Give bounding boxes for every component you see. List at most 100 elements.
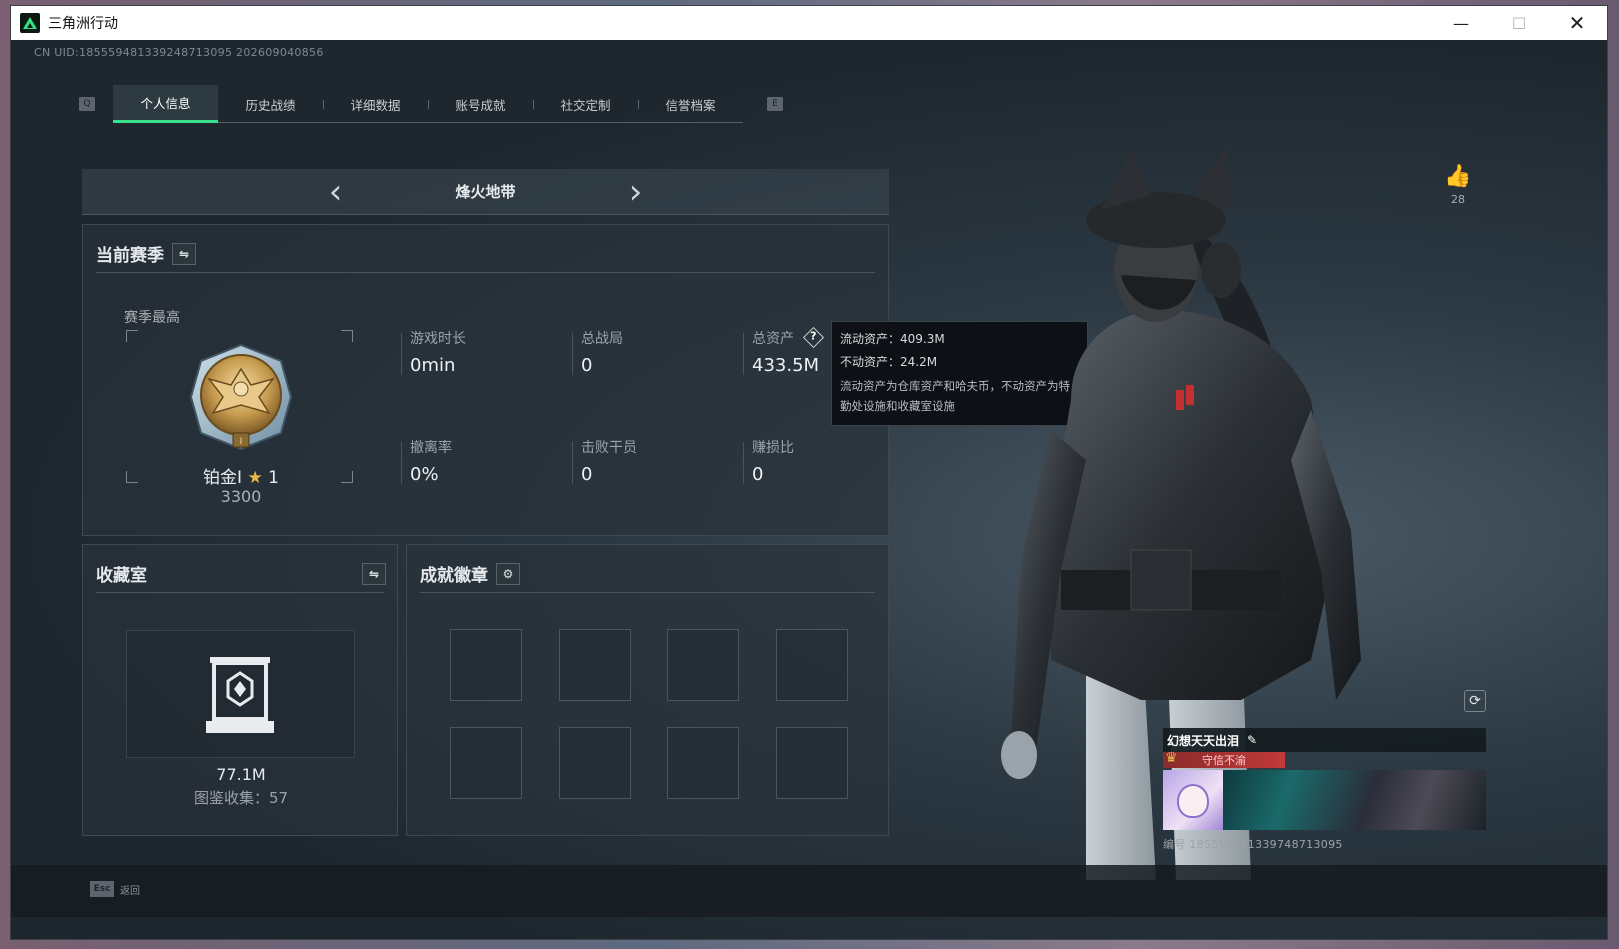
player-id: 编号 18555948133974871309​5 [1163, 838, 1343, 851]
frame-corner [341, 330, 353, 342]
rank-score: 3300 [220, 487, 262, 506]
thumbs-up-icon[interactable]: 👍 [1443, 164, 1473, 189]
pencil-icon[interactable]: ✎ [1247, 733, 1257, 747]
stat-play-time: 游戏时长 0min [410, 328, 466, 376]
mode-name: 烽火地带 [455, 183, 516, 201]
window-title: 三角洲行动 [48, 16, 118, 32]
divider [401, 333, 402, 375]
divider [401, 442, 402, 484]
uid-text: CN UID:18555948133924871309​5 2026090408… [34, 46, 324, 59]
collection-title-row: 收藏室 ⇋ [96, 561, 386, 586]
divider [96, 272, 875, 273]
achievement-badges-panel: 成就徽章 ⚙ [406, 544, 889, 836]
gear-icon[interactable]: ⚙ [496, 562, 520, 585]
badge-slot[interactable] [776, 727, 848, 799]
player-tag-text: 守信不渝 [1202, 754, 1246, 767]
mode-prev-button[interactable]: ‹ [316, 175, 356, 209]
player-name: 幻想天天出泪 [1167, 733, 1240, 748]
avatar-face [1177, 784, 1209, 818]
player-name-row: 幻想天天出泪 ✎ [1163, 728, 1486, 752]
svg-text:I: I [240, 437, 243, 447]
divider [572, 333, 573, 375]
badge-slot[interactable] [776, 629, 848, 701]
help-icon[interactable]: ? [803, 326, 825, 349]
stat-label: 击败干员 [581, 440, 637, 456]
back-hint[interactable]: Esc 返回 [90, 881, 140, 897]
season-title-row: 当前赛季 ⇋ [96, 241, 196, 266]
stat-label: 总资产 [752, 331, 794, 347]
divider [420, 592, 875, 593]
badge-slot[interactable] [450, 727, 522, 799]
close-button[interactable]: ✕ [1549, 6, 1605, 40]
collection-count: 图鉴收集：57 [193, 789, 289, 807]
tab-history[interactable]: 历史战绩 [218, 85, 323, 123]
divider [743, 333, 744, 375]
stat-total-assets: 总资产 ? 433.5M [752, 326, 825, 376]
game-screen: CN UID:18555948133924871309​5 2026090408… [11, 40, 1607, 939]
stat-value: 0 [752, 464, 764, 485]
stat-total-matches: 总战局 0 [581, 328, 623, 376]
stat-label: 总战局 [581, 331, 623, 347]
tab-social-custom[interactable]: 社交定制 [533, 85, 638, 123]
tab-bar: 个人信息 历史战绩 详细数据 账号成就 社交定制 信誉档案 [113, 85, 743, 123]
app-window: 三角洲行动 — ☐ ✕ CN UID:18555948133924871309​… [10, 5, 1608, 940]
achievement-title-row: 成就徽章 ⚙ [420, 561, 520, 586]
help-glyph: ? [810, 329, 817, 343]
like-counter[interactable]: 👍 28 [1443, 164, 1473, 206]
collection-value: 77.1M [216, 765, 266, 784]
collection-room-panel[interactable]: 收藏室 ⇋ 77.1M 图鉴收集：57 [82, 544, 398, 836]
stat-label: 游戏时长 [410, 331, 466, 347]
badge-slot[interactable] [667, 727, 739, 799]
divider [96, 592, 384, 593]
title-emblem-icon: ♛ [1165, 750, 1178, 766]
player-card[interactable]: 幻想天天出泪 ✎ ♛ 守信不渝 编号 18555948133974871309​… [1163, 728, 1486, 852]
badge-slot[interactable] [450, 629, 522, 701]
back-label: 返回 [120, 885, 140, 897]
swap-icon[interactable]: ⇋ [172, 242, 196, 265]
platinum-rank-badge-icon: I [189, 343, 293, 451]
badge-slot[interactable] [559, 727, 631, 799]
frame-corner [126, 330, 138, 342]
stat-label: 撤离率 [410, 440, 452, 456]
tab-prev-key-hint[interactable]: Q [79, 97, 95, 111]
badge-slot[interactable] [667, 629, 739, 701]
tab-detailed-data[interactable]: 详细数据 [323, 85, 428, 123]
current-season-panel: 当前赛季 ⇋ 赛季最高 I 铂金I ★ 1 3300 游戏时长 0min 总战局… [82, 224, 889, 536]
divider [743, 442, 744, 484]
collection-title: 收藏室 [96, 566, 147, 586]
stat-label-row: 总资产 ? [752, 326, 825, 349]
player-title-tag: ♛ 守信不渝 [1163, 750, 1285, 768]
maximize-button[interactable]: ☐ [1491, 6, 1547, 40]
divider [572, 442, 573, 484]
refresh-icon[interactable]: ⟳ [1464, 690, 1486, 712]
achievement-title: 成就徽章 [420, 566, 488, 586]
frame-corner [126, 471, 138, 483]
minimize-button[interactable]: — [1433, 6, 1489, 40]
stat-value: 0 [581, 355, 593, 376]
avatar[interactable] [1163, 770, 1223, 830]
stat-value: 0 [581, 464, 593, 485]
esc-key-hint[interactable]: Esc [90, 881, 114, 897]
like-count: 28 [1451, 193, 1465, 206]
rank-name: 铂金I [203, 468, 243, 488]
stat-label: 赚损比 [752, 440, 794, 456]
season-title: 当前赛季 [96, 246, 164, 266]
season-best-label: 赛季最高 [124, 310, 180, 326]
stat-value: 0min [410, 355, 456, 376]
player-banner[interactable] [1223, 770, 1486, 830]
badge-slot[interactable] [559, 629, 631, 701]
rank-star-count: 1 [268, 468, 279, 488]
stat-value: 0% [410, 464, 439, 485]
tab-achievements[interactable]: 账号成就 [428, 85, 533, 123]
mode-next-button[interactable]: › [616, 175, 656, 209]
tab-personal-info[interactable]: 个人信息 [113, 85, 218, 123]
stat-kills: 击败干员 0 [581, 437, 637, 485]
swap-icon[interactable]: ⇋ [362, 562, 386, 585]
tab-next-key-hint[interactable]: E [767, 97, 783, 111]
title-bar: 三角洲行动 — ☐ ✕ [11, 6, 1607, 40]
tab-credit-record[interactable]: 信誉档案 [638, 85, 743, 123]
bottom-bar [11, 865, 1607, 917]
player-card-images [1163, 770, 1486, 830]
stat-value: 433.5M [752, 355, 820, 376]
rank-name-row: 铂金I ★ 1 [163, 463, 319, 488]
